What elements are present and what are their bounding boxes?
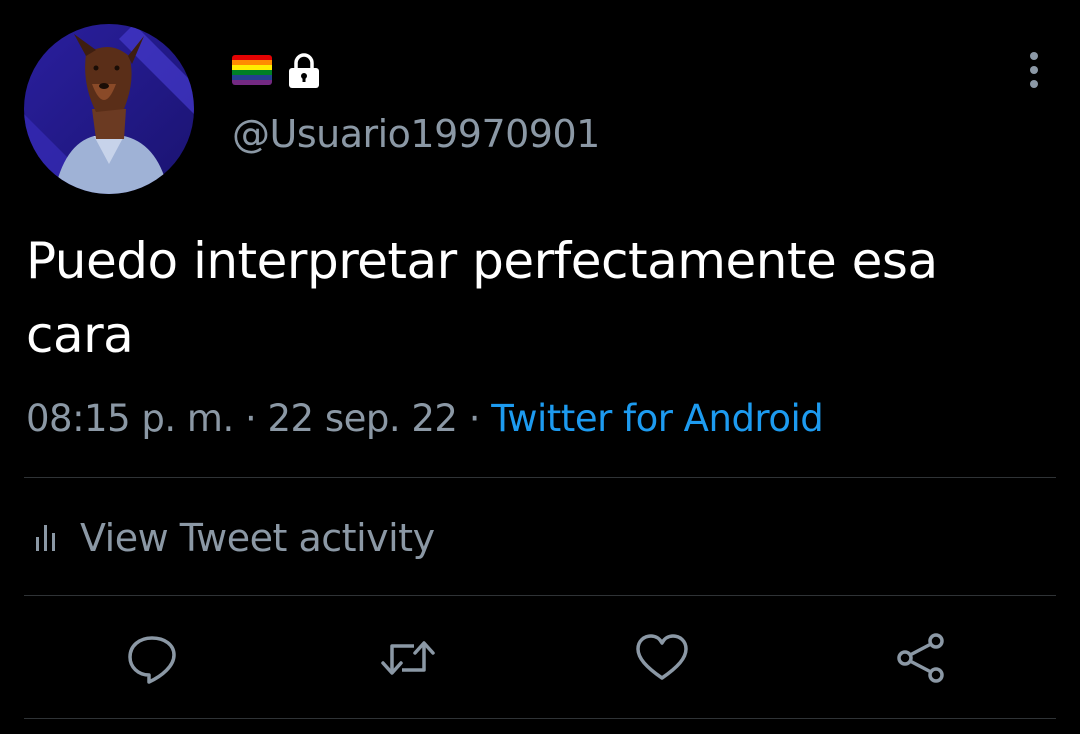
divider <box>24 477 1056 478</box>
meta-separator: · <box>233 397 268 440</box>
tweet-time: 08:15 p. m. <box>26 397 234 440</box>
share-icon <box>897 633 944 683</box>
avatar[interactable] <box>24 24 194 194</box>
share-button[interactable] <box>890 628 950 688</box>
like-button[interactable] <box>632 628 692 688</box>
view-tweet-activity-label: View Tweet activity <box>80 516 435 560</box>
reply-icon <box>128 636 176 684</box>
reply-button[interactable] <box>122 628 182 688</box>
tweet-meta: 08:15 p. m. · 22 sep. 22 · Twitter for A… <box>26 392 824 446</box>
divider <box>24 718 1056 719</box>
like-icon <box>636 634 688 680</box>
more-options-icon[interactable] <box>1018 48 1050 92</box>
tweet-date: 22 sep. 22 <box>267 397 458 440</box>
lock-icon <box>286 52 322 90</box>
doberman-avatar-image <box>24 24 194 194</box>
user-handle[interactable]: @Usuario19970901 <box>232 108 600 160</box>
rainbow-flag-icon <box>232 55 272 85</box>
retweet-icon <box>381 641 435 675</box>
divider <box>24 595 1056 596</box>
meta-separator: · <box>457 397 492 440</box>
bar-chart-icon <box>36 525 64 551</box>
tweet-text: Puedo interpretar perfectamente esa cara <box>26 232 938 364</box>
tweet-source-link[interactable]: Twitter for Android <box>491 397 823 440</box>
view-tweet-activity-button[interactable]: View Tweet activity <box>36 510 435 566</box>
retweet-button[interactable] <box>378 628 438 688</box>
